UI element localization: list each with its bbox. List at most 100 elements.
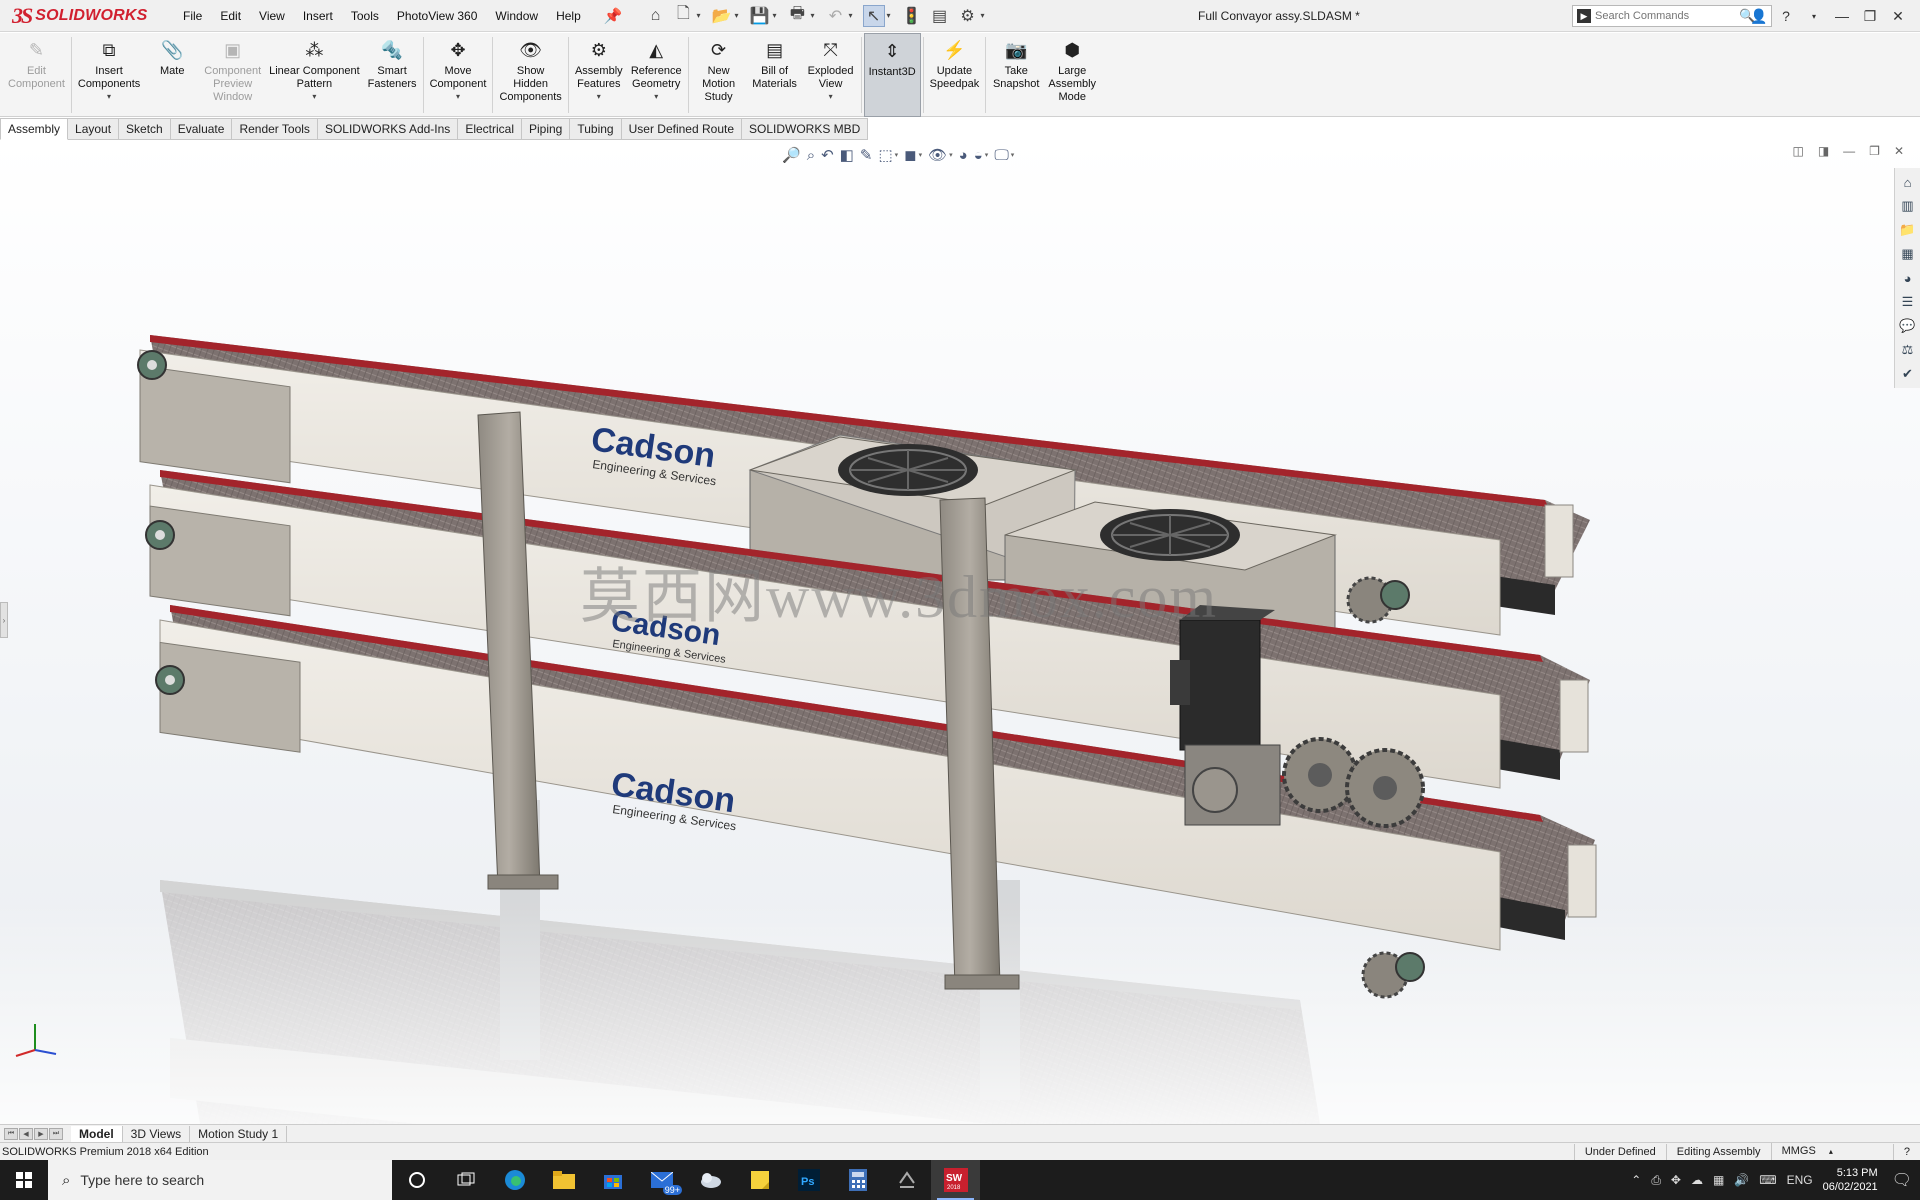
tab-piping[interactable]: Piping [522,118,571,140]
dynamic-annotation-icon[interactable]: ✎ [860,146,873,164]
keyboard-icon[interactable]: ⌨ [1759,1173,1776,1187]
prev-tab-icon[interactable]: ◀ [19,1127,33,1140]
update-speedpak-button[interactable]: ⚡ Update Speedpak [926,33,984,117]
chevron-down-icon[interactable]: ▾ [981,11,985,20]
tab-assembly[interactable]: Assembly [0,118,69,140]
chevron-down-icon[interactable]: ▾ [829,92,833,101]
weather-widget-icon[interactable] [686,1160,735,1200]
next-tab-icon[interactable]: ▶ [34,1127,48,1140]
mail-icon[interactable]: 99+ [637,1160,686,1200]
options-gear-icon[interactable]: ⚙ [957,5,979,27]
calculator-icon[interactable] [833,1160,882,1200]
undo-icon[interactable]: ↶ [825,5,847,27]
photoshop-icon[interactable]: Ps [784,1160,833,1200]
file-explorer-icon[interactable] [539,1160,588,1200]
tab-tubing[interactable]: Tubing [570,118,622,140]
zoom-to-fit-icon[interactable]: 🔎 [782,146,801,164]
chevron-down-icon[interactable]: ▾ [772,11,776,20]
file-properties-icon[interactable]: ▤ [929,5,951,27]
help-tooltip-icon[interactable]: ? [1892,1143,1920,1160]
feature-tree-expand-handle[interactable]: › [0,602,8,638]
chevron-down-icon[interactable]: ▾ [312,92,316,101]
restore-icon[interactable]: ❐ [1862,8,1878,25]
sustainability-icon[interactable]: ⚖ [1898,340,1918,360]
chevron-down-icon[interactable]: ▾ [949,151,953,159]
help-icon[interactable]: ? [1778,8,1794,24]
menu-edit[interactable]: Edit [211,0,250,32]
volume-icon[interactable]: 🔊 [1734,1173,1749,1187]
tab-electrical[interactable]: Electrical [458,118,522,140]
open-folder-icon[interactable]: 📂 [710,5,732,27]
linear-component-pattern-button[interactable]: ⁂ Linear Component Pattern ▾ [265,33,364,117]
bill-of-materials-button[interactable]: ▤ Bill of Materials [747,33,803,117]
assembly-features-button[interactable]: ⚙ Assembly Features ▾ [571,33,627,117]
edge-browser-icon[interactable] [490,1160,539,1200]
close-icon[interactable]: ✕ [1890,8,1906,25]
home-icon[interactable]: ⌂ [644,5,666,27]
chevron-down-icon[interactable]: ▾ [810,11,814,20]
taskbar-search-box[interactable]: ⌕ Type here to search [48,1160,392,1200]
appearances-icon[interactable]: ◕ [1898,268,1918,288]
minimize-icon[interactable]: — [1843,144,1855,158]
search-commands-box[interactable]: ▶ 🔍 ▾ [1572,5,1772,27]
rebuild-icon[interactable]: 🚦 [901,5,923,27]
minimize-icon[interactable]: — [1834,8,1850,24]
tab-layout[interactable]: Layout [68,118,120,140]
tab-3d-views[interactable]: 3D Views [123,1125,191,1142]
close-icon[interactable]: ✕ [1894,144,1904,158]
move-component-button[interactable]: ✥ Move Component ▾ [426,33,491,117]
chevron-down-icon[interactable]: ▾ [1806,12,1822,21]
sticky-notes-icon[interactable] [735,1160,784,1200]
menu-file[interactable]: File [174,0,211,32]
restore-icon[interactable]: ❐ [1869,144,1880,158]
component-preview-window-button[interactable]: ▣ Component Preview Window [200,33,265,117]
tile-right-icon[interactable]: ◨ [1818,144,1829,158]
show-hidden-components-button[interactable]: 👁 Show Hidden Components [495,33,565,117]
smart-fasteners-button[interactable]: 🔩 Smart Fasteners [364,33,421,117]
tab-render-tools[interactable]: Render Tools [232,118,318,140]
chevron-down-icon[interactable]: ▾ [887,11,891,20]
apply-scene-icon[interactable]: ◒ [974,147,983,164]
tab-model[interactable]: Model [71,1125,123,1142]
language-indicator[interactable]: ENG [1787,1173,1813,1187]
large-assembly-mode-button[interactable]: ⬢ Large Assembly Mode [1044,33,1100,117]
select-cursor-icon[interactable]: ↖ [862,4,885,27]
reference-geometry-button[interactable]: ◭ Reference Geometry ▾ [627,33,686,117]
take-snapshot-button[interactable]: 📷 Take Snapshot [988,33,1044,117]
print-icon[interactable]: 🖶 [786,5,808,27]
forum-icon[interactable]: 💬 [1898,316,1918,336]
clock[interactable]: 5:13 PM 06/02/2021 [1823,1166,1882,1194]
tab-evaluate[interactable]: Evaluate [170,118,233,140]
edit-appearance-icon[interactable]: ◕ [959,147,968,164]
view-palette-icon[interactable]: ▦ [1898,244,1918,264]
edit-component-button[interactable]: ✎ Edit Component [4,33,69,117]
tile-left-icon[interactable]: ◫ [1792,144,1803,158]
tab-motion-study-1[interactable]: Motion Study 1 [190,1125,288,1142]
chevron-down-icon[interactable]: ▾ [1011,151,1015,159]
exploded-view-button[interactable]: ⤧ Exploded View ▾ [803,33,859,117]
notifications-icon[interactable]: 🗨 [1892,1170,1912,1190]
chevron-down-icon[interactable]: ▾ [849,11,853,20]
tab-user-defined-route[interactable]: User Defined Route [621,118,742,140]
view-orientation-icon[interactable]: ⬚ [878,146,892,164]
app-switch-icon[interactable] [882,1160,931,1200]
design-library-icon[interactable]: ▥ [1898,196,1918,216]
new-document-icon[interactable]: 🗋 [672,5,694,27]
menu-help[interactable]: Help [547,0,590,32]
chevron-down-icon[interactable]: ▾ [696,11,700,20]
microsoft-store-icon[interactable] [588,1160,637,1200]
last-tab-icon[interactable]: ⏭ [49,1127,63,1140]
chevron-up-icon[interactable]: ⌃ [1631,1173,1641,1187]
previous-view-icon[interactable]: ↶ [821,146,834,164]
units-selector[interactable]: MMGS ▴ [1770,1143,1893,1160]
mate-button[interactable]: 📎 Mate [144,33,200,117]
meet-now-icon[interactable]: ⎙ [1651,1173,1661,1188]
tab-solidworks-mbd[interactable]: SOLIDWORKS MBD [742,118,869,140]
chevron-down-icon[interactable]: ▾ [107,92,111,101]
solidworks-2018-taskbar-icon[interactable]: SW 2018 [931,1160,980,1200]
chevron-down-icon[interactable]: ▾ [895,151,899,159]
display-style-icon[interactable]: ◼ [904,146,916,164]
menu-tools[interactable]: Tools [342,0,388,32]
first-tab-icon[interactable]: ⏮ [4,1127,18,1140]
search-input[interactable] [1595,10,1735,22]
